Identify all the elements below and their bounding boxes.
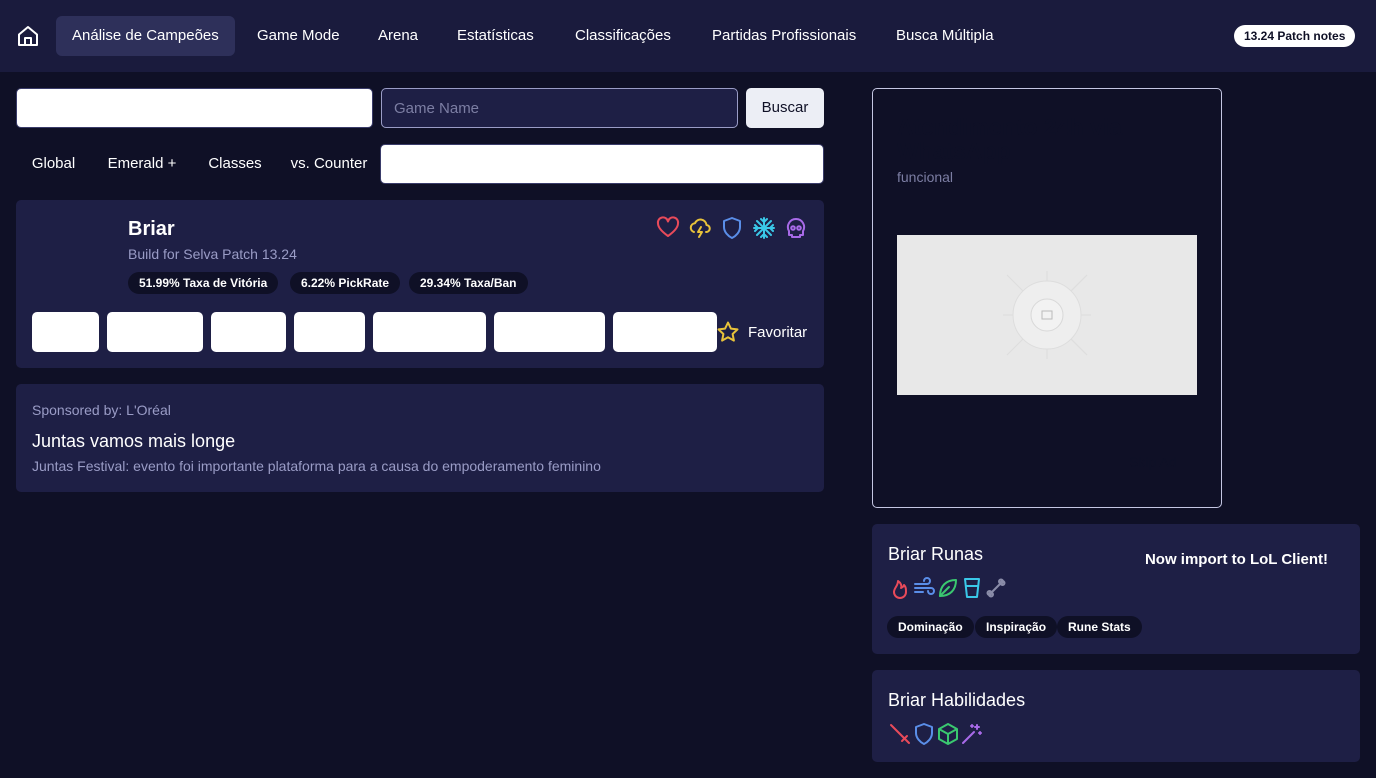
leaf-icon (936, 576, 960, 600)
runes-card: Briar Runas Now import to LoL Client! Do… (872, 524, 1360, 654)
nav-item-champion-analysis[interactable]: Análise de Campeões (56, 16, 235, 56)
ad-image[interactable] (897, 235, 1197, 395)
sponsor-description: Juntas Festival: evento foi importante p… (32, 458, 601, 474)
ad-title: Atendimento 24h via WhatsApp (897, 114, 1122, 164)
nav-item-arena[interactable]: Arena (362, 16, 434, 56)
rune-icons (888, 576, 1008, 600)
nav-item-pro-matches[interactable]: Partidas Profissionais (696, 16, 872, 56)
tab-global[interactable]: Global (16, 144, 91, 184)
wand-icon (960, 722, 984, 746)
nav-item-rankings[interactable]: Classificações (559, 16, 687, 56)
snowflake-icon (752, 216, 776, 240)
sponsor-label: Sponsored by: L'Oréal (32, 402, 171, 418)
nav-item-multi-search[interactable]: Busca Múltipla (880, 16, 1010, 56)
build-button-3[interactable] (211, 312, 286, 352)
skull-icon (784, 216, 808, 240)
champion-name: Briar (128, 218, 175, 240)
build-button-1[interactable] (32, 312, 99, 352)
skills-card: Briar Habilidades (872, 670, 1360, 762)
sponsor-title[interactable]: Juntas vamos mais longe (32, 431, 235, 452)
tab-vs-counter[interactable]: vs. Counter (290, 144, 368, 184)
champion-search-input[interactable] (380, 144, 824, 184)
shield-icon (720, 216, 744, 240)
skills-title: Briar Habilidades (888, 690, 1026, 710)
favorite-button[interactable]: Favoritar (716, 320, 807, 344)
flame-icon (888, 576, 912, 600)
search-button[interactable]: Buscar (746, 88, 824, 128)
favorite-label: Favoritar (748, 323, 808, 341)
advertisement[interactable]: Atendimento 24h via WhatsApp funcional S… (872, 88, 1222, 508)
glass-icon (960, 576, 984, 600)
runes-title: Briar Runas (888, 544, 984, 564)
champion-subtitle: Build for Selva Patch 13.24 (128, 246, 297, 262)
build-button-5[interactable] (373, 312, 486, 352)
ban-rate-badge: 29.34% Taxa/Ban (409, 272, 528, 294)
build-button-4[interactable] (294, 312, 365, 352)
import-to-client-button[interactable]: Now import to LoL Client! (1145, 551, 1328, 568)
tab-classes[interactable]: Classes (196, 144, 274, 184)
bone-icon (984, 576, 1008, 600)
home-button[interactable] (12, 20, 44, 52)
sponsored-card[interactable]: Sponsored by: L'Oréal Juntas vamos mais … (16, 384, 824, 492)
rune-stats[interactable]: Rune Stats (1057, 616, 1142, 638)
image-placeholder-icon (1003, 271, 1091, 359)
build-button-7[interactable] (613, 312, 717, 352)
champion-card: Briar Build for Selva Patch 13.24 51.99%… (16, 200, 824, 368)
star-icon (717, 321, 739, 342)
game-name-input[interactable] (381, 88, 738, 128)
nav-item-game-mode[interactable]: Game Mode (241, 16, 356, 56)
home-icon (18, 26, 38, 46)
lightning-cloud-icon (688, 216, 712, 240)
nav-item-statistics[interactable]: Estatísticas (441, 16, 550, 56)
skip-ad-button[interactable]: Skip Ad (1129, 454, 1176, 470)
rune-tree-primary[interactable]: Dominação (887, 616, 974, 638)
rune-tree-secondary[interactable]: Inspiração (975, 616, 1058, 638)
win-rate-badge: 51.99% Taxa de Vitória (128, 272, 279, 294)
wind-icon (912, 576, 936, 600)
ad-subtitle: funcional (897, 169, 954, 185)
build-button-6[interactable] (494, 312, 605, 352)
top-navigation: Análise de Campeões Game Mode Arena Esta… (0, 0, 1376, 72)
shield-icon (912, 722, 936, 746)
patch-notes-link[interactable]: 13.24 Patch notes (1234, 25, 1356, 47)
cube-icon (936, 722, 960, 746)
tab-emerald-plus[interactable]: Emerald + (104, 144, 180, 184)
region-select-input[interactable] (16, 88, 373, 128)
build-button-2[interactable] (107, 312, 203, 352)
heart-icon (656, 216, 680, 240)
champion-role-icons (656, 216, 808, 240)
pick-rate-badge: 6.22% PickRate (290, 272, 401, 294)
skill-icons (888, 722, 984, 746)
sword-icon (888, 722, 912, 746)
